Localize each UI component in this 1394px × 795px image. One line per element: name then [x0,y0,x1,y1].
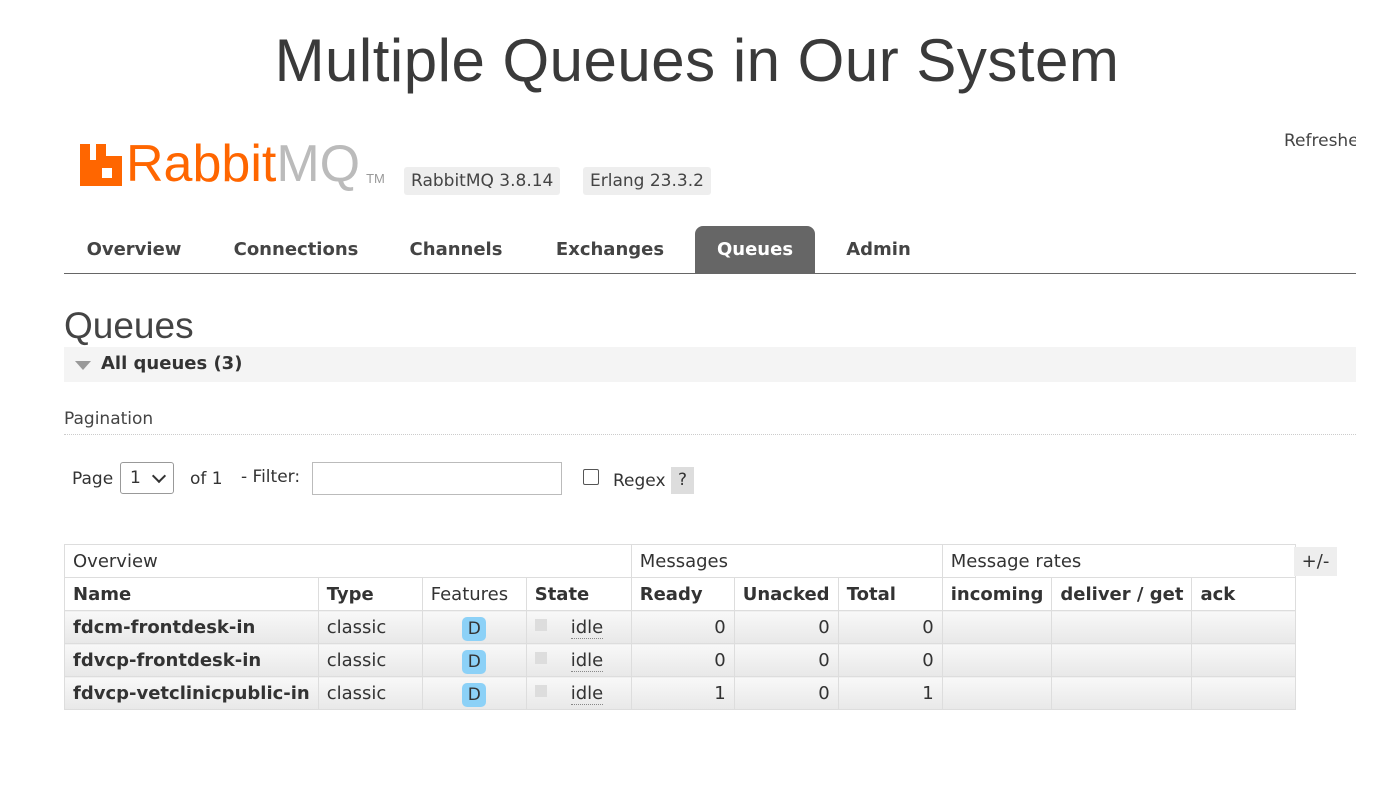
queue-type: classic [317,643,423,677]
filter-input[interactable] [312,462,562,495]
deliver-get-rate [1051,643,1193,677]
page-title: Queues [64,305,194,346]
column-toggle-button[interactable]: +/- [1294,547,1337,576]
group-overview: Overview [64,544,632,578]
deliver-get-rate [1051,676,1193,710]
table-group-header: Overview Messages Message rates [64,544,1297,578]
tab-channels[interactable]: Channels [396,226,516,273]
all-queues-section-toggle[interactable]: All queues (3) [64,347,1356,382]
total-count: 0 [837,610,943,644]
tab-admin[interactable]: Admin [831,226,926,273]
tab-exchanges[interactable]: Exchanges [537,226,683,273]
total-count: 0 [837,643,943,677]
pagination-title: Pagination [64,409,154,429]
col-ack[interactable]: ack [1191,577,1297,611]
queue-features: D [421,610,527,644]
ready-count: 0 [630,610,735,644]
rabbitmq-logo-icon [80,144,122,186]
ack-rate [1191,676,1297,710]
col-ready[interactable]: Ready [630,577,735,611]
col-state[interactable]: State [525,577,632,611]
group-messages: Messages [630,544,943,578]
ack-rate [1191,610,1297,644]
queue-type: classic [317,610,423,644]
divider [64,434,1356,435]
table-column-header: Name Type Features State Ready Unacked T… [64,577,1297,611]
refreshed-label: Refreshed [1284,131,1356,151]
queues-table: Overview Messages Message rates Name Typ… [64,544,1297,710]
rabbitmq-logo[interactable]: Rabbit MQ TM [80,138,385,190]
page-select-value: 1 [130,468,141,488]
page-select[interactable]: 1 [120,462,174,494]
col-deliver-get[interactable]: deliver / get [1051,577,1193,611]
state-text: idle [570,649,604,672]
col-features[interactable]: Features [421,577,527,611]
unacked-count: 0 [733,643,839,677]
logo-text-rabbit: Rabbit [126,135,277,193]
table-row[interactable]: fdvcp-vetclinicpublic-in classic D idle … [64,676,1297,710]
logo-text-mq: MQ [276,135,361,193]
table-row[interactable]: fdcm-frontdesk-in classic D idle 0 0 0 [64,610,1297,644]
durable-badge: D [462,682,487,707]
erlang-version-badge: Erlang 23.3.2 [583,167,711,195]
table-row[interactable]: fdvcp-frontdesk-in classic D idle 0 0 0 [64,643,1297,677]
queue-features: D [421,643,527,677]
tab-queues[interactable]: Queues [695,226,815,273]
col-incoming[interactable]: incoming [941,577,1053,611]
queue-state: idle [525,610,632,644]
main-nav: Overview Connections Channels Exchanges … [64,226,1356,274]
rabbitmq-version-badge: RabbitMQ 3.8.14 [404,167,561,195]
queue-features: D [421,676,527,710]
logo-trademark: TM [366,171,385,186]
section-label: All queues (3) [101,353,243,374]
state-text: idle [570,682,604,705]
state-indicator-icon [534,618,547,631]
state-indicator-icon [534,684,547,697]
ack-rate [1191,643,1297,677]
chevron-down-icon [151,468,167,484]
queue-name-link[interactable]: fdvcp-frontdesk-in [64,643,319,677]
tab-overview[interactable]: Overview [72,226,196,273]
regex-checkbox[interactable] [583,469,599,485]
unacked-count: 0 [733,610,839,644]
queue-state: idle [525,643,632,677]
durable-badge: D [462,649,487,674]
incoming-rate [941,643,1053,677]
queue-state: idle [525,676,632,710]
slide-title: Multiple Queues in Our System [274,27,1120,94]
filter-label: - Filter: [241,467,301,487]
collapse-arrow-icon [75,361,91,370]
ready-count: 0 [630,643,735,677]
state-indicator-icon [534,651,547,664]
regex-help-button[interactable]: ? [671,467,694,494]
col-unacked[interactable]: Unacked [733,577,839,611]
unacked-count: 0 [733,676,839,710]
queue-type: classic [317,676,423,710]
ready-count: 1 [630,676,735,710]
incoming-rate [941,610,1053,644]
queue-name-link[interactable]: fdvcp-vetclinicpublic-in [64,676,319,710]
page-count-label: of 1 [190,469,223,489]
col-total[interactable]: Total [837,577,943,611]
durable-badge: D [462,616,487,641]
tab-connections[interactable]: Connections [217,226,375,273]
col-type[interactable]: Type [317,577,423,611]
page-label: Page [72,469,114,489]
regex-label: Regex [613,471,666,491]
incoming-rate [941,676,1053,710]
state-text: idle [570,616,604,639]
col-name[interactable]: Name [64,577,319,611]
group-message-rates: Message rates [941,544,1297,578]
queue-name-link[interactable]: fdcm-frontdesk-in [64,610,319,644]
total-count: 1 [837,676,943,710]
deliver-get-rate [1051,610,1193,644]
